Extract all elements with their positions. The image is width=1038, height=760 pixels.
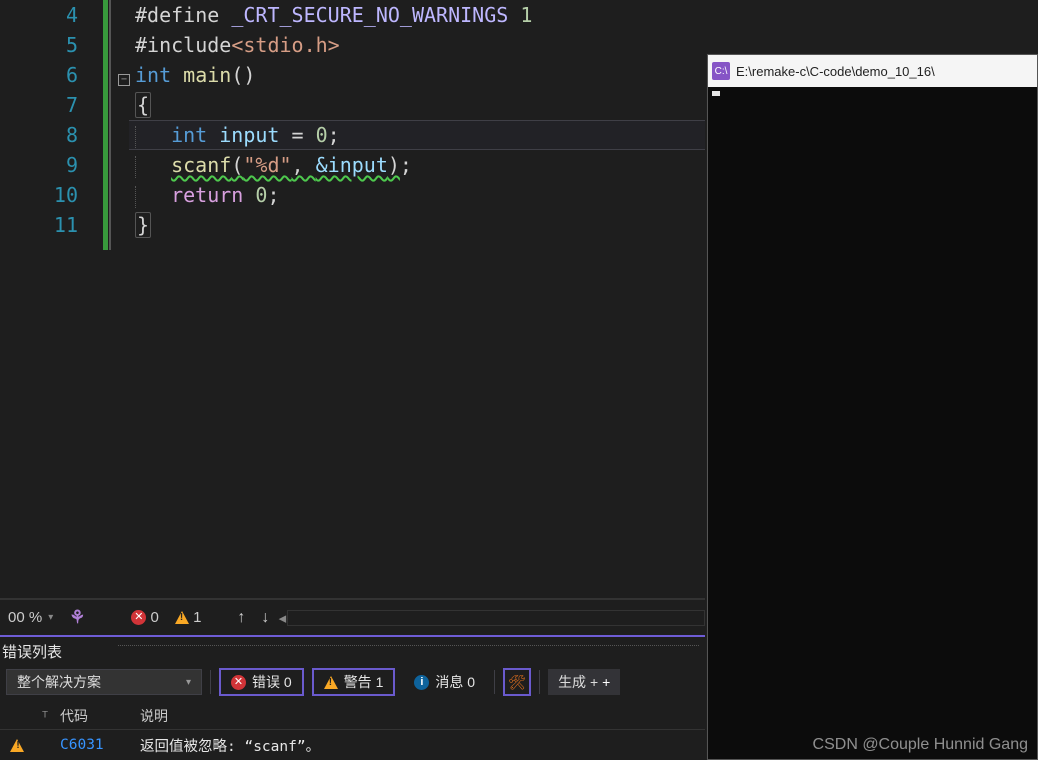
return-keyword: return xyxy=(171,183,243,207)
info-icon: i xyxy=(414,675,429,690)
console-window[interactable]: C:\ E:\remake-c\C-code\demo_10_16\ xyxy=(707,54,1038,760)
type-keyword: int xyxy=(135,63,171,87)
error-description: 返回值被忽略: “scanf”。 xyxy=(136,735,705,756)
error-row[interactable]: C6031 返回值被忽略: “scanf”。 xyxy=(0,730,705,760)
format-string: "%d" xyxy=(243,153,291,177)
argument: &input xyxy=(316,153,388,177)
divider xyxy=(539,670,540,694)
macro-value: 1 xyxy=(520,3,532,27)
errors-filter-button[interactable]: ✕错误 0 xyxy=(219,668,304,696)
divider xyxy=(494,670,495,694)
warning-count[interactable]: 1 xyxy=(167,600,210,635)
line-number: 5 xyxy=(0,30,88,60)
console-cursor xyxy=(712,91,720,96)
grid-col-code[interactable]: 代码 xyxy=(56,706,136,726)
editor-status-bar: 00 % ⚘ ✕ 0 1 ↑ ↓ ◂ xyxy=(0,599,705,635)
line-number-gutter: 4 5 6 7 8 9 10 11 xyxy=(0,0,88,240)
filter-button[interactable]: 🛠 xyxy=(503,668,531,696)
warnings-filter-button[interactable]: 警告 1 xyxy=(312,668,396,696)
line-number: 9 xyxy=(0,150,88,180)
live-share-icon[interactable]: ⚘ xyxy=(61,600,93,635)
messages-filter-button[interactable]: i消息 0 xyxy=(403,668,486,696)
scope-dropdown[interactable]: 整个解决方案 xyxy=(6,669,202,695)
line-number: 10 xyxy=(0,180,88,210)
include-header: <stdio.h> xyxy=(231,33,339,57)
type-keyword: int xyxy=(171,123,207,147)
change-margin xyxy=(103,0,108,250)
code-content[interactable]: #define _CRT_SECURE_NO_WARNINGS 1 #inclu… xyxy=(135,0,532,240)
error-grid-header: ᵀ 代码 说明 xyxy=(0,702,705,730)
macro-name: _CRT_SECURE_NO_WARNINGS xyxy=(231,3,508,27)
error-icon: ✕ xyxy=(131,610,146,625)
outline-margin xyxy=(109,0,111,250)
number-literal: 0 xyxy=(316,123,328,147)
function-name: main xyxy=(183,63,231,87)
line-number: 4 xyxy=(0,0,88,30)
fold-toggle-icon[interactable]: − xyxy=(118,74,130,86)
line-number: 8 xyxy=(0,120,88,150)
line-number: 11 xyxy=(0,210,88,240)
open-brace: { xyxy=(135,92,151,118)
scroll-left-arrow-icon[interactable]: ◂ xyxy=(277,609,287,627)
directive: #include xyxy=(135,33,231,57)
console-titlebar[interactable]: C:\ E:\remake-c\C-code\demo_10_16\ xyxy=(708,55,1037,87)
build-intellisense-dropdown[interactable]: 生成 + xyxy=(548,669,620,695)
error-list-panel: 错误列表 整个解决方案 ✕错误 0 警告 1 i消息 0 🛠 生成 + ᵀ 代码… xyxy=(0,635,705,760)
funnel-icon: 🛠 xyxy=(508,674,526,691)
prev-issue-button[interactable]: ↑ xyxy=(229,600,253,635)
code-editor[interactable]: 4 5 6 7 8 9 10 11 − #define _CRT_SECURE_… xyxy=(0,0,705,599)
error-code-link[interactable]: C6031 xyxy=(56,737,136,753)
next-issue-button[interactable]: ↓ xyxy=(253,600,277,635)
line-number: 7 xyxy=(0,90,88,120)
grid-col-description[interactable]: 说明 xyxy=(136,706,705,726)
directive: #define xyxy=(135,3,219,27)
warning-icon xyxy=(175,611,189,624)
warning-icon xyxy=(10,739,24,752)
warning-icon xyxy=(324,676,338,689)
function-call: scanf xyxy=(171,153,231,177)
console-title-text: E:\remake-c\C-code\demo_10_16\ xyxy=(736,64,935,79)
panel-title: 错误列表 xyxy=(2,641,62,662)
zoom-dropdown[interactable]: 00 % xyxy=(0,600,61,635)
operator: = xyxy=(279,123,315,147)
close-brace: } xyxy=(135,212,151,238)
console-output[interactable] xyxy=(708,87,1037,113)
grid-col-collapse[interactable]: ᵀ xyxy=(34,708,56,724)
horizontal-scrollbar[interactable]: ◂ xyxy=(277,609,705,627)
line-number: 6 xyxy=(0,60,88,90)
number-literal: 0 xyxy=(255,183,267,207)
watermark: CSDN @Couple Hunnid Gang xyxy=(813,736,1028,754)
variable: input xyxy=(219,123,279,147)
error-count[interactable]: ✕ 0 xyxy=(123,600,167,635)
error-icon: ✕ xyxy=(231,675,246,690)
divider xyxy=(210,670,211,694)
console-icon: C:\ xyxy=(712,62,730,80)
